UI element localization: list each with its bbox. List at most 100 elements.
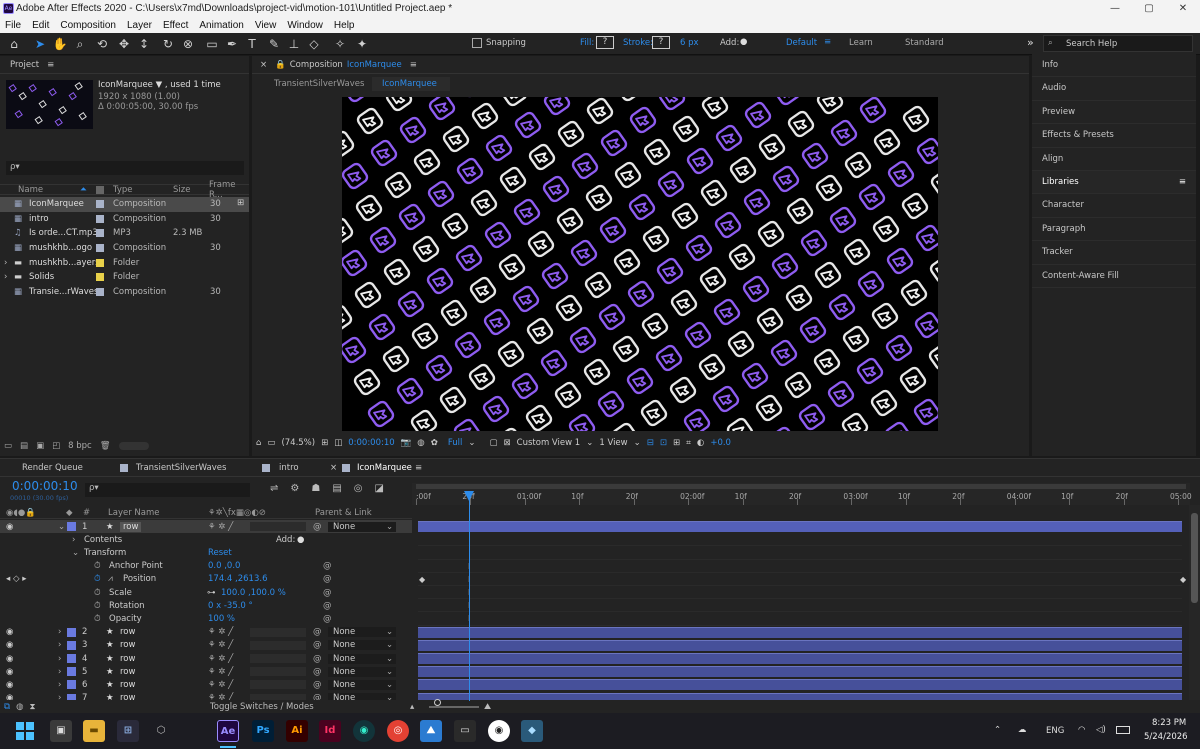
switch-cells[interactable] — [250, 654, 306, 664]
parent-chevron-icon[interactable]: ⌄ — [386, 627, 393, 637]
views-chevron-icon[interactable]: ⌄ — [634, 438, 641, 448]
panel-character[interactable]: Character — [1032, 194, 1196, 218]
comp-breadcrumb-iconmarquee[interactable]: IconMarquee — [372, 77, 450, 91]
maximize-button[interactable]: ▢ — [1132, 0, 1166, 18]
taskbar-ai-icon[interactable]: Ai — [286, 720, 308, 742]
menu-file[interactable]: File — [5, 20, 21, 31]
label-swatch[interactable] — [96, 287, 104, 296]
minimize-button[interactable]: — — [1098, 0, 1132, 18]
stroke-width[interactable]: 6 px — [680, 38, 699, 48]
zoom-out-icon[interactable]: ▴ — [410, 702, 414, 712]
trash-icon[interactable]: 🗑 — [100, 441, 111, 451]
layer-label-swatch[interactable] — [67, 680, 76, 690]
col-name[interactable]: Name — [18, 185, 43, 195]
hand-tool-icon[interactable]: ✋ — [52, 36, 68, 52]
tab-iconmarquee[interactable]: IconMarquee — [357, 463, 412, 473]
pickwhip-icon[interactable]: @ — [313, 693, 322, 700]
parent-chevron-icon[interactable]: ⌄ — [386, 680, 393, 690]
windows-start-icon[interactable] — [16, 722, 34, 740]
expression-pickwhip-icon[interactable]: @ — [323, 588, 332, 598]
menu-effect[interactable]: Effect — [163, 20, 188, 31]
twirl-icon[interactable]: › — [58, 640, 61, 650]
property-row[interactable]: › Contents Add: ● — [0, 533, 412, 546]
panel-info[interactable]: Info — [1032, 54, 1196, 78]
close-tab-icon[interactable]: × — [330, 463, 337, 473]
photos-icon[interactable]: ⛰ — [420, 720, 442, 742]
keyframe-icon[interactable]: ◆ — [1180, 575, 1186, 584]
eye-icon[interactable]: ◉ — [6, 667, 13, 677]
workspace-default[interactable]: Default — [786, 38, 817, 48]
teal-app-icon[interactable]: ◉ — [353, 720, 375, 742]
layer-row[interactable]: ◉ › 5 ★ row ⚘ ✲ ╱ @ None ⌄ — [0, 665, 412, 678]
switch-cells[interactable] — [250, 693, 306, 700]
label-swatch[interactable] — [96, 200, 104, 209]
lock-icon[interactable]: 🔒 — [275, 60, 286, 70]
pickwhip-icon[interactable]: @ — [313, 640, 322, 650]
comp-time[interactable]: 0:00:00:10 — [348, 438, 394, 448]
layer-duration-bar[interactable] — [418, 521, 1182, 532]
wifi-icon[interactable]: ◠ — [1078, 725, 1085, 735]
twirl-icon[interactable]: ⌄ — [58, 522, 65, 532]
rectangle-tool-icon[interactable]: ▭ — [204, 36, 220, 52]
tab-render-queue[interactable]: Render Queue — [22, 463, 83, 473]
tray-chevron-icon[interactable]: ⌃ — [994, 725, 1001, 735]
mask-icon[interactable]: ◫ — [334, 438, 342, 448]
project-settings-icon[interactable]: ◰ — [52, 441, 60, 451]
panel-effects-presets[interactable]: Effects & Presets — [1032, 124, 1196, 148]
orbit-camera-icon[interactable]: ⟲ — [94, 36, 110, 52]
clock-time[interactable]: 8:23 PM — [1152, 718, 1186, 728]
keyframe-nav-icon[interactable]: ◂ ◇ ▸ — [6, 574, 26, 584]
layer-duration-bar[interactable] — [418, 639, 1182, 651]
time-ruler[interactable]: :00f 20f 01:00f 10f 20f 02:00f 10f 20f 03:00f 10f… — [412, 483, 1192, 505]
label-col-icon[interactable] — [96, 185, 104, 194]
draft-3d-icon[interactable]: ⚙ — [290, 483, 299, 494]
sort-icon[interactable]: ⏶ — [80, 185, 87, 195]
project-item[interactable]: ▦ mushkhb...ogo Composition 30 — [0, 241, 249, 256]
col-parent[interactable]: Parent & Link — [315, 508, 372, 518]
flowchart-icon[interactable]: ⊞ — [237, 198, 244, 208]
layer-label-swatch[interactable] — [67, 667, 76, 677]
panel-preview[interactable]: Preview — [1032, 101, 1196, 125]
home-icon[interactable]: ⌂ — [6, 36, 22, 52]
layer-switches-icon[interactable]: ⚘ ✲ ╱ — [208, 654, 233, 664]
expand-icon[interactable]: › — [4, 272, 7, 282]
layer-name[interactable]: row — [120, 680, 135, 690]
layer-row[interactable]: ◉ › 7 ★ row ⚘ ✲ ╱ @ None ⌄ — [0, 692, 412, 700]
resolution-select[interactable]: Full — [448, 438, 463, 448]
eye-icon[interactable]: ◉ — [6, 640, 13, 650]
stroke-swatch[interactable]: ? — [652, 36, 670, 49]
pan-camera-icon[interactable]: ✥ — [116, 36, 132, 52]
obs-icon[interactable]: ◉ — [488, 720, 510, 742]
reset-transform[interactable]: Reset — [208, 548, 232, 558]
pickwhip-icon[interactable]: @ — [313, 667, 322, 677]
layer-name[interactable]: row — [120, 693, 135, 700]
puppet-pin-icon[interactable]: ✦ — [354, 36, 370, 52]
project-item[interactable]: ▦ IconMarquee Composition 30 — [0, 197, 249, 212]
twirl-icon[interactable]: › — [58, 680, 61, 690]
more-workspaces-icon[interactable]: » — [1027, 36, 1034, 49]
pan-behind-icon[interactable]: ⊗ — [180, 36, 196, 52]
chrome-icon[interactable]: ◎ — [387, 720, 409, 742]
project-item[interactable]: ▦ intro Composition 30 — [0, 212, 249, 227]
property-row[interactable]: ⏱ Opacity 100 % @ — [0, 612, 412, 625]
dolly-camera-icon[interactable]: ↕ — [136, 36, 152, 52]
label-swatch[interactable] — [96, 229, 104, 238]
new-comp-icon[interactable]: ▣ — [36, 441, 44, 451]
view-layout-select[interactable]: 1 View — [599, 438, 627, 448]
color-channel-icon[interactable]: ✿ — [431, 438, 438, 448]
new-folder-icon[interactable]: ▤ — [20, 441, 28, 451]
layer-duration-bar[interactable] — [418, 626, 1182, 638]
graph-editor-icon[interactable]: ◪ — [375, 483, 384, 494]
taskbar-id-icon[interactable]: Id — [319, 720, 341, 742]
graph-icon[interactable]: ⩘ — [108, 574, 113, 584]
always-preview-icon[interactable]: ⌂ — [256, 438, 261, 448]
monitor-icon[interactable]: ▭ — [267, 438, 275, 448]
snapping-checkbox[interactable] — [472, 38, 482, 48]
layer-duration-bar[interactable] — [418, 653, 1182, 664]
switch-cells[interactable] — [250, 680, 306, 690]
layer-label-swatch[interactable] — [67, 627, 76, 637]
pickwhip-icon[interactable]: @ — [313, 654, 322, 664]
panel-audio[interactable]: Audio — [1032, 77, 1196, 101]
label-swatch[interactable] — [96, 258, 104, 267]
layer-row[interactable]: ◉ › 6 ★ row ⚘ ✲ ╱ @ None ⌄ — [0, 678, 412, 691]
